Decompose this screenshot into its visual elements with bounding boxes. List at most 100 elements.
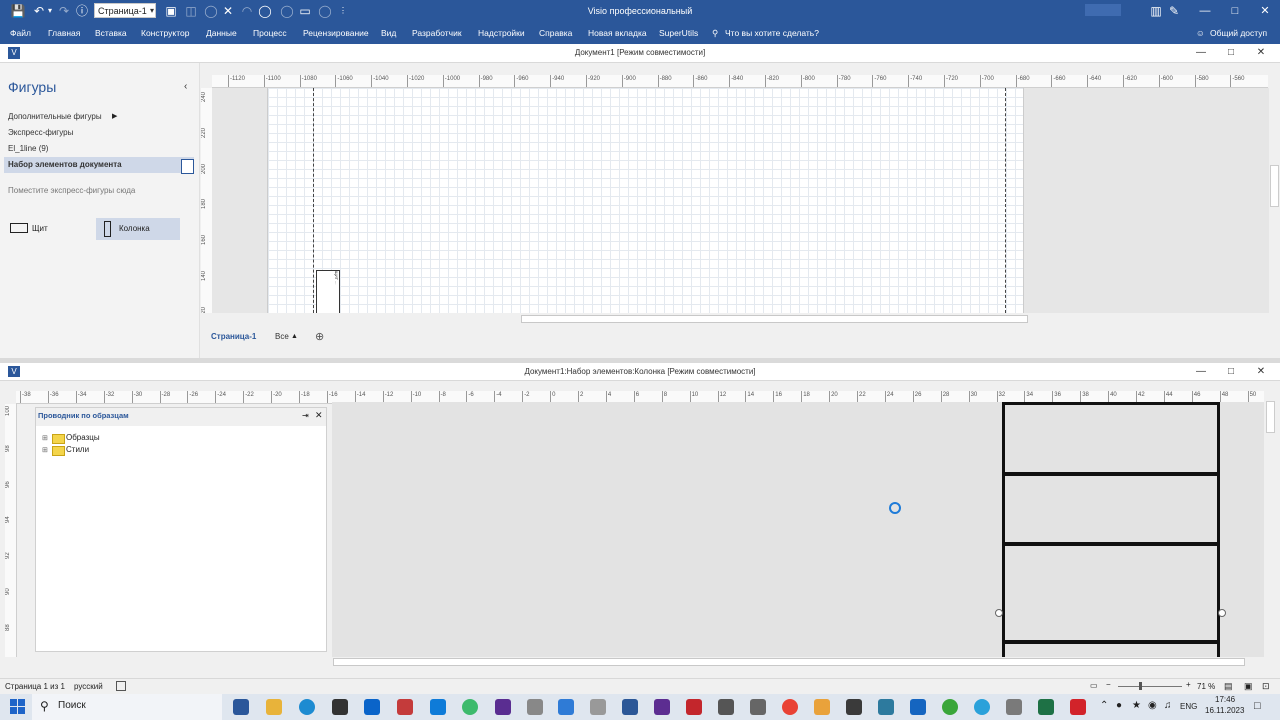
bluetooth-icon[interactable]: ★: [1132, 700, 1141, 711]
zoom-slider-thumb[interactable]: [1139, 682, 1142, 690]
pan-icon[interactable]: ⊡: [1262, 681, 1270, 692]
selection-handle[interactable]: [1218, 609, 1226, 617]
page-tab-1[interactable]: Страница-1: [211, 332, 256, 341]
doc1-horizontal-scrollbar[interactable]: [212, 313, 1269, 323]
switch-windows-icon[interactable]: ▣: [1244, 681, 1253, 692]
tab-superutils[interactable]: SuperUtils: [659, 22, 698, 44]
ribbon-display-icon[interactable]: ▥: [1150, 3, 1162, 19]
tab-new[interactable]: Новая вкладка: [588, 22, 647, 44]
doc1-minimize-button[interactable]: —: [1186, 44, 1216, 62]
app-icon[interactable]: [1006, 699, 1022, 715]
minimize-button[interactable]: —: [1190, 0, 1220, 22]
app-icon[interactable]: [910, 699, 926, 715]
doc2-hscroll-thumb[interactable]: [333, 658, 1245, 666]
shield-shape[interactable]: ЩИТ ...: [316, 270, 340, 313]
doc1-maximize-button[interactable]: □: [1216, 44, 1246, 62]
start-icon[interactable]: [10, 699, 17, 706]
excel-icon[interactable]: [1038, 699, 1054, 715]
doc2-vertical-scrollbar[interactable]: [1264, 391, 1276, 657]
doc2-minimize-button[interactable]: —: [1186, 363, 1216, 381]
tab-help[interactable]: Справка: [539, 22, 572, 44]
autocad-icon[interactable]: [686, 699, 702, 715]
media-icon[interactable]: [332, 699, 348, 715]
doc2-maximize-button[interactable]: □: [1216, 363, 1246, 381]
app-icon[interactable]: [654, 699, 670, 715]
master-drawing-canvas[interactable]: [332, 402, 1264, 660]
tab-insert[interactable]: Вставка: [95, 22, 127, 44]
doc2-horizontal-scrollbar[interactable]: [0, 657, 1264, 666]
taskbar-search-box[interactable]: ⚲ Поиск: [32, 694, 222, 720]
word-icon[interactable]: [622, 699, 638, 715]
app-icon[interactable]: [878, 699, 894, 715]
language-indicator[interactable]: русский: [74, 682, 103, 691]
selection-handle[interactable]: [995, 609, 1003, 617]
tab-data[interactable]: Данные: [206, 22, 237, 44]
edge-icon[interactable]: [299, 699, 315, 715]
chrome-icon[interactable]: [782, 699, 798, 715]
stencil-el1line-item[interactable]: El_1line (9): [8, 144, 48, 153]
doc2-vscroll-thumb[interactable]: [1266, 401, 1275, 433]
add-page-button[interactable]: ⊕: [315, 330, 324, 343]
settings-icon[interactable]: ✎: [1168, 3, 1180, 19]
expand-icon[interactable]: ⊞: [42, 434, 48, 442]
volume-icon[interactable]: ♫: [1164, 700, 1172, 711]
doc1-vertical-scrollbar[interactable]: [1268, 75, 1280, 325]
tab-developer[interactable]: Разработчик: [412, 22, 462, 44]
clock-time[interactable]: 17:46: [1215, 695, 1235, 704]
drawing-page[interactable]: ЩИТ ...: [267, 88, 1024, 313]
app-icon[interactable]: [942, 699, 958, 715]
app-icon[interactable]: [846, 699, 862, 715]
tab-process[interactable]: Процесс: [253, 22, 287, 44]
tab-review[interactable]: Рецензирование: [303, 22, 369, 44]
close-panel-icon[interactable]: ✕: [315, 410, 323, 421]
microphone-icon[interactable]: ●: [1116, 700, 1122, 711]
app-icon[interactable]: [527, 699, 543, 715]
document-stencil-item[interactable]: Набор элементов документа: [8, 160, 122, 169]
doc1-hscroll-thumb[interactable]: [521, 315, 1028, 323]
master-column[interactable]: Колонка: [96, 218, 180, 240]
app-icon[interactable]: [430, 699, 446, 715]
doc2-close-button[interactable]: ✕: [1246, 363, 1276, 381]
page-indicator[interactable]: Страница 1 из 1: [5, 682, 65, 691]
app-icon[interactable]: [814, 699, 830, 715]
more-shapes-item[interactable]: Дополнительные фигуры: [8, 112, 102, 121]
app-icon[interactable]: [495, 699, 511, 715]
app-icon[interactable]: [1070, 699, 1086, 715]
macro-icon[interactable]: [116, 681, 126, 691]
tab-design[interactable]: Конструктор: [141, 22, 189, 44]
maximize-button[interactable]: □: [1220, 0, 1250, 22]
tab-home[interactable]: Главная: [48, 22, 80, 44]
share-button[interactable]: Общий доступ: [1210, 22, 1267, 44]
vscode-icon[interactable]: [558, 699, 574, 715]
app-icon[interactable]: [397, 699, 413, 715]
telegram-icon[interactable]: [974, 699, 990, 715]
tab-file[interactable]: Файл: [10, 22, 31, 44]
column-shape[interactable]: [1002, 402, 1220, 660]
notifications-icon[interactable]: □: [1254, 700, 1261, 712]
app-icon[interactable]: [462, 699, 478, 715]
fit-page-icon[interactable]: ▭: [1090, 681, 1098, 690]
chevron-right-icon[interactable]: ▶: [112, 112, 117, 120]
zoom-out-icon[interactable]: −: [1106, 680, 1111, 689]
collapse-panel-icon[interactable]: ‹: [184, 81, 187, 92]
account-avatar[interactable]: [1085, 4, 1121, 16]
drawing-canvas[interactable]: ЩИТ ...: [212, 88, 1269, 313]
quick-shapes-item[interactable]: Экспресс-фигуры: [8, 128, 73, 137]
notes-icon[interactable]: [590, 699, 606, 715]
tab-addins[interactable]: Надстройки: [478, 22, 525, 44]
clock-date[interactable]: 16.11.2023: [1205, 706, 1244, 715]
app-icon[interactable]: [750, 699, 766, 715]
tab-view[interactable]: Вид: [381, 22, 396, 44]
fit-window-icon[interactable]: ▤: [1224, 681, 1233, 692]
zoom-level[interactable]: 71 %: [1197, 682, 1215, 691]
master-shield[interactable]: Щит: [6, 218, 86, 240]
doc1-vscroll-thumb[interactable]: [1270, 165, 1279, 207]
outlook-icon[interactable]: [364, 699, 380, 715]
input-language[interactable]: ENG: [1180, 702, 1197, 711]
document-stencil-icon[interactable]: [181, 159, 194, 174]
wifi-icon[interactable]: ◉: [1148, 700, 1157, 711]
file-explorer-icon[interactable]: [266, 699, 282, 715]
chevron-up-icon[interactable]: ▲: [291, 333, 298, 340]
all-pages-tab[interactable]: Все: [275, 332, 289, 341]
app-icon[interactable]: [718, 699, 734, 715]
